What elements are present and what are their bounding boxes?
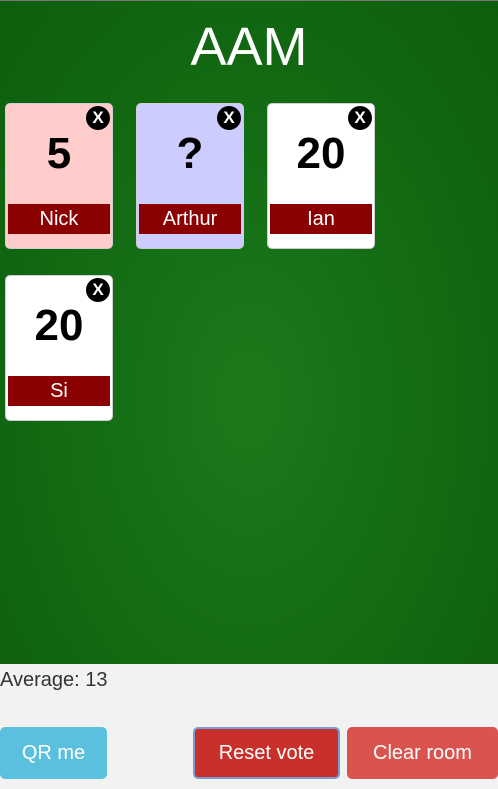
card-value: 20 [296, 129, 346, 178]
card-value: 20 [34, 301, 84, 350]
remove-player-icon[interactable]: X [86, 278, 110, 302]
vote-card-si: 20 X Si [5, 275, 113, 421]
poker-table: AAM 5 X Nick ? X Arthur 20 X Ian 20 X Si [0, 0, 498, 664]
card-value: ? [176, 129, 204, 178]
vote-card-ian: 20 X Ian [267, 103, 375, 249]
vote-card-arthur: ? X Arthur [136, 103, 244, 249]
card-player-name: Ian [270, 204, 372, 234]
card-player-name: Si [8, 376, 110, 406]
average-text: Average: 13 [0, 669, 108, 691]
remove-player-icon[interactable]: X [348, 106, 372, 130]
vote-card-nick: 5 X Nick [5, 103, 113, 249]
room-title: AAM [190, 17, 308, 77]
remove-player-icon[interactable]: X [86, 106, 110, 130]
card-player-name: Arthur [139, 204, 241, 234]
reset-vote-button[interactable]: Reset vote [193, 727, 340, 779]
card-player-name: Nick [8, 204, 110, 234]
card-value: 5 [46, 129, 72, 178]
qr-me-button[interactable]: QR me [0, 727, 107, 779]
clear-room-button[interactable]: Clear room [347, 727, 498, 779]
remove-player-icon[interactable]: X [217, 106, 241, 130]
